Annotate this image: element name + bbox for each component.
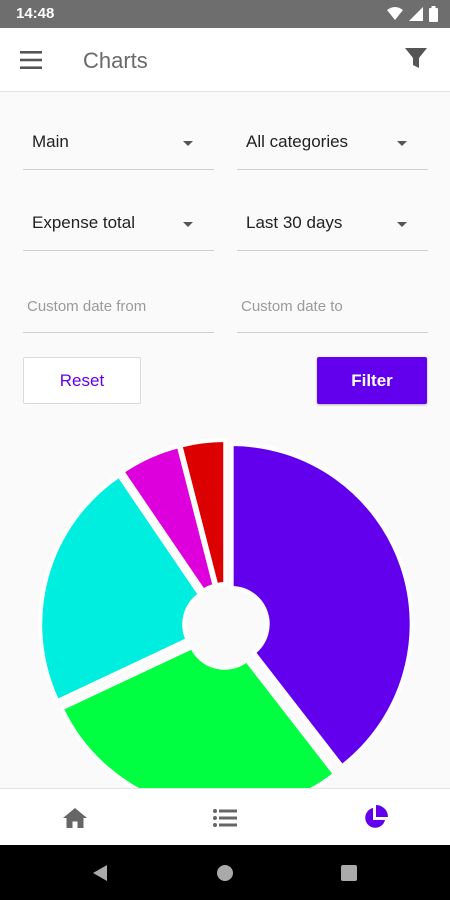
category-select-value: All categories xyxy=(246,132,349,151)
chevron-down-icon xyxy=(183,141,193,146)
reset-button[interactable]: Reset xyxy=(23,357,141,404)
recents-square-icon xyxy=(341,864,357,881)
chart-type-select-value: Expense total xyxy=(32,213,136,232)
back-button[interactable] xyxy=(70,845,130,900)
filter-toggle-button[interactable] xyxy=(404,46,430,72)
recents-button[interactable] xyxy=(319,845,379,900)
chart-type-select[interactable]: Expense total xyxy=(23,201,214,251)
pie-chart-icon xyxy=(365,804,388,828)
account-select-value: Main xyxy=(32,132,69,151)
bottom-nav xyxy=(0,788,450,845)
status-bar: 14:48 xyxy=(0,0,450,28)
period-select-value: Last 30 days xyxy=(246,213,343,232)
system-nav-bar xyxy=(0,845,450,900)
home-circle-icon xyxy=(217,864,233,881)
nav-home[interactable] xyxy=(0,789,150,846)
home-system-button[interactable] xyxy=(195,845,255,900)
nav-list[interactable] xyxy=(150,789,300,846)
pie-chart-svg xyxy=(38,438,414,788)
custom-date-to-field xyxy=(237,283,428,333)
signal-icon xyxy=(409,7,423,21)
battery-icon xyxy=(429,6,438,22)
menu-button[interactable] xyxy=(20,48,46,72)
pie-chart xyxy=(0,420,450,788)
wifi-icon xyxy=(387,7,403,20)
custom-date-from-input[interactable] xyxy=(23,291,214,321)
app-bar: Charts xyxy=(0,28,450,92)
back-triangle-icon xyxy=(93,864,107,881)
period-select[interactable]: Last 30 days xyxy=(237,201,428,251)
home-icon xyxy=(63,807,87,828)
chevron-down-icon xyxy=(183,222,193,227)
account-select[interactable]: Main xyxy=(23,120,214,170)
filter-icon xyxy=(405,48,427,68)
menu-icon xyxy=(20,51,42,69)
custom-date-from-field xyxy=(23,283,214,333)
chevron-down-icon xyxy=(397,222,407,227)
list-icon xyxy=(213,808,237,827)
category-select[interactable]: All categories xyxy=(237,120,428,170)
status-time: 14:48 xyxy=(16,5,55,22)
filter-button[interactable]: Filter xyxy=(317,357,427,404)
chevron-down-icon xyxy=(397,141,407,146)
nav-charts[interactable] xyxy=(300,789,450,846)
page-title: Charts xyxy=(83,48,148,73)
custom-date-to-input[interactable] xyxy=(237,291,428,321)
status-icons xyxy=(387,5,438,23)
